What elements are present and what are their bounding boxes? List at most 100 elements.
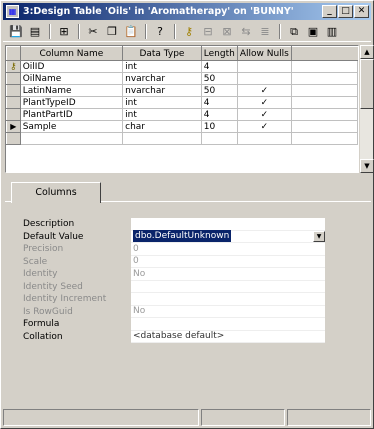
table-row[interactable]: OilName nvarchar 50	[6, 72, 358, 85]
cell-data-type[interactable]: char	[122, 120, 202, 133]
property-row[interactable]: Collation <database default>	[23, 330, 325, 343]
property-value[interactable]: 0	[131, 243, 325, 256]
maximize-button[interactable]: □	[338, 5, 353, 18]
layout-icon[interactable]: ▥	[323, 23, 341, 40]
property-value[interactable]: 0	[131, 255, 325, 268]
cell-data-type[interactable]	[122, 132, 202, 145]
row-selector[interactable]	[6, 96, 21, 109]
scroll-up-icon[interactable]: ▲	[360, 45, 374, 59]
splitter[interactable]	[5, 173, 373, 176]
cell-allow-nulls[interactable]: ✓	[236, 84, 292, 97]
property-row[interactable]: Is RowGuid No	[23, 305, 325, 318]
status-pane	[201, 409, 285, 426]
table-row[interactable]: ⚷ OilID int 4	[6, 60, 358, 73]
table-row[interactable]: ▶ Sample char 10 ✓	[6, 120, 358, 133]
table-row[interactable]: LatinName nvarchar 50 ✓	[6, 84, 358, 97]
header-empty	[290, 46, 358, 61]
cell-length[interactable]: 4	[200, 60, 238, 73]
property-label: Identity	[23, 269, 58, 280]
row-selector[interactable]	[6, 84, 21, 97]
property-row[interactable]: Identity No	[23, 268, 325, 281]
current-row-arrow-icon[interactable]: ▶	[6, 120, 21, 133]
property-value[interactable]: No	[131, 268, 325, 281]
grid-vertical-scrollbar[interactable]: ▲ ▼	[359, 45, 374, 173]
cell-column-name[interactable]: PlantTypeID	[19, 96, 124, 109]
property-value[interactable]	[131, 318, 325, 331]
cell-data-type[interactable]: int	[122, 96, 202, 109]
cell-allow-nulls[interactable]: ✓	[236, 96, 292, 109]
header-column-name[interactable]: Column Name	[19, 46, 124, 61]
title-bar[interactable]: ▦ 3:Design Table 'Oils' in 'Aromatherapy…	[3, 3, 371, 20]
tab-columns[interactable]: Columns	[11, 182, 101, 203]
insert-column-icon[interactable]: ⊟	[199, 23, 217, 40]
cell-length[interactable]	[200, 132, 238, 145]
cell-data-type[interactable]: nvarchar	[122, 84, 202, 97]
copy-icon[interactable]: ❐	[103, 23, 121, 40]
property-row[interactable]: Identity Seed	[23, 280, 325, 293]
cell-data-type[interactable]: int	[122, 60, 202, 73]
indexes-icon[interactable]: ≣	[256, 23, 274, 40]
property-value[interactable]	[131, 280, 325, 293]
table-row[interactable]: PlantPartID int 4 ✓	[6, 108, 358, 121]
table-row[interactable]: PlantTypeID int 4 ✓	[6, 96, 358, 109]
key-icon[interactable]: ⚷	[6, 60, 21, 73]
delete-column-icon[interactable]: ⊠	[218, 23, 236, 40]
cell-column-name[interactable]: PlantPartID	[19, 108, 124, 121]
property-label: Scale	[23, 256, 48, 267]
close-button[interactable]: ✕	[354, 5, 369, 18]
cell-column-name[interactable]: Sample	[19, 120, 124, 133]
cell-length[interactable]: 50	[200, 72, 238, 85]
generate-script-icon[interactable]: ▣	[304, 23, 322, 40]
window-icon[interactable]: ▦	[6, 5, 19, 18]
cell-column-name[interactable]: OilName	[19, 72, 124, 85]
cell-allow-nulls[interactable]: ✓	[236, 120, 292, 133]
cell-allow-nulls[interactable]	[236, 72, 292, 85]
property-row[interactable]: Description	[23, 218, 325, 231]
row-selector[interactable]	[6, 132, 21, 145]
scroll-thumb[interactable]	[360, 59, 374, 109]
cell-data-type[interactable]: int	[122, 108, 202, 121]
property-value[interactable]	[131, 293, 325, 306]
header-allow-nulls[interactable]: Allow Nulls	[236, 46, 292, 61]
property-value[interactable]: No	[131, 305, 325, 318]
property-row[interactable]: Precision 0	[23, 243, 325, 256]
cell-length[interactable]: 50	[200, 84, 238, 97]
cell-allow-nulls[interactable]: ✓	[236, 108, 292, 121]
property-value[interactable]: dbo.DefaultUnknown	[133, 230, 232, 243]
properties-icon[interactable]: ▤	[26, 23, 44, 40]
scroll-down-icon[interactable]: ▼	[360, 159, 374, 173]
property-row[interactable]: Formula	[23, 318, 325, 331]
cut-icon[interactable]: ✂	[84, 23, 102, 40]
property-row[interactable]: Identity Increment	[23, 293, 325, 306]
cell-length[interactable]: 4	[200, 96, 238, 109]
set-primary-key-icon[interactable]: ⚷	[180, 23, 198, 40]
cell-length[interactable]: 4	[200, 108, 238, 121]
header-data-type[interactable]: Data Type	[122, 46, 202, 61]
paste-icon[interactable]: 📋	[122, 23, 140, 40]
cell-column-name[interactable]: OilID	[19, 60, 124, 73]
relationships-icon[interactable]: ⇆	[237, 23, 255, 40]
cell-length[interactable]: 10	[200, 120, 238, 133]
row-selector[interactable]	[6, 72, 21, 85]
default-value-field[interactable]: dbo.DefaultUnknown ▼	[131, 230, 325, 243]
property-value[interactable]	[131, 218, 325, 231]
dropdown-arrow-icon[interactable]: ▼	[313, 230, 325, 242]
header-length[interactable]: Length	[200, 46, 238, 61]
design-table-window: ▦ 3:Design Table 'Oils' in 'Aromatherapy…	[0, 0, 374, 429]
cell-column-name[interactable]	[19, 132, 124, 145]
cell-allow-nulls[interactable]	[236, 60, 292, 73]
cell-allow-nulls[interactable]	[236, 132, 292, 145]
table-row[interactable]	[6, 132, 358, 145]
cell-column-name[interactable]: LatinName	[19, 84, 124, 97]
property-value[interactable]: <database default>	[131, 330, 325, 343]
property-row[interactable]: Scale 0	[23, 255, 325, 268]
save-icon[interactable]: 💾	[7, 23, 25, 40]
row-selector[interactable]	[6, 108, 21, 121]
constraints-icon[interactable]: ⧉	[285, 23, 303, 40]
property-row[interactable]: Default Value dbo.DefaultUnknown ▼	[23, 230, 325, 243]
minimize-button[interactable]: _	[322, 5, 337, 18]
table-icon[interactable]: ⊞	[55, 23, 73, 40]
cell-data-type[interactable]: nvarchar	[122, 72, 202, 85]
help-icon[interactable]: ?	[151, 23, 169, 40]
window-title: 3:Design Table 'Oils' in 'Aromatherapy' …	[23, 6, 294, 17]
